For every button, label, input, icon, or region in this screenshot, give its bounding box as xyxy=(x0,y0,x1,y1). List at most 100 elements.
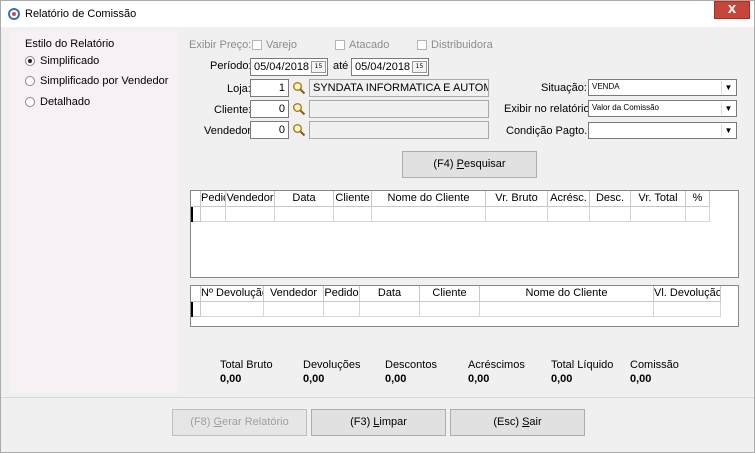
grid-column-header[interactable]: Data xyxy=(360,286,420,302)
radio-label: Simplificado por Vendedor xyxy=(40,75,169,87)
checkbox-distribuidora[interactable]: Distribuidora xyxy=(417,39,493,51)
total-value: 0,00 xyxy=(220,373,242,385)
grid-cell[interactable] xyxy=(686,207,710,222)
grid-cell[interactable] xyxy=(264,302,324,317)
app-icon xyxy=(8,8,20,20)
report-style-panel: Estilo do Relatório Simplificado Simplif… xyxy=(11,31,177,393)
grid-column-header[interactable]: Nome do Cliente xyxy=(480,286,654,302)
cliente-code-field[interactable]: 0 xyxy=(250,100,289,118)
grid-column-header[interactable]: % xyxy=(686,191,710,207)
condicao-pagto-select[interactable]: ▼ xyxy=(588,122,737,139)
calendar-icon[interactable]: 15 xyxy=(311,61,326,73)
checkbox-label: Varejo xyxy=(266,39,297,51)
chevron-down-icon: ▼ xyxy=(721,102,735,115)
grid-cell[interactable] xyxy=(201,207,226,222)
grid-cell[interactable] xyxy=(486,207,548,222)
title-bar[interactable]: Relatório de Comissão X xyxy=(1,1,754,27)
total-acrescimos: Acréscimos 0,00 xyxy=(468,359,525,385)
button-label: esquisar xyxy=(464,158,506,170)
grid-column-header[interactable]: Desc. xyxy=(590,191,631,207)
close-button[interactable]: X xyxy=(714,1,750,19)
grid-column-header[interactable]: Data xyxy=(275,191,334,207)
vendedor-code-field[interactable]: 0 xyxy=(250,121,289,139)
report-window: Relatório de Comissão X Estilo do Relató… xyxy=(0,0,755,453)
total-value: 0,00 xyxy=(468,373,490,385)
radio-simplificado[interactable]: Simplificado xyxy=(25,55,99,67)
total-descontos: Descontos 0,00 xyxy=(385,359,437,385)
grid-cell[interactable] xyxy=(275,207,334,222)
search-icon[interactable] xyxy=(292,123,306,137)
row-indicator xyxy=(191,207,201,222)
button-label: (F8) xyxy=(190,416,214,428)
grid-column-header[interactable]: Pedido xyxy=(324,286,360,302)
grid-cell[interactable] xyxy=(420,302,480,317)
button-label: (F4) xyxy=(433,158,457,170)
button-mnemonic: P xyxy=(456,158,464,170)
grid-cell[interactable] xyxy=(360,302,420,317)
calendar-icon[interactable]: 15 xyxy=(412,61,427,73)
total-value: 0,00 xyxy=(385,373,407,385)
gerar-relatorio-button[interactable]: (F8) Gerar Relatório xyxy=(172,409,307,436)
grid-column-header[interactable]: Nº Devolução xyxy=(201,286,264,302)
sales-grid[interactable]: Pedido Vendedor Data Cliente Nome do Cli… xyxy=(190,190,739,278)
grid-column-header[interactable]: Vl. Devolução xyxy=(654,286,721,302)
total-value: 0,00 xyxy=(551,373,573,385)
grid-cell[interactable] xyxy=(334,207,372,222)
total-label: Total Bruto xyxy=(220,359,273,371)
grid-cell[interactable] xyxy=(226,207,275,222)
search-icon[interactable] xyxy=(292,81,306,95)
total-value: 0,00 xyxy=(303,373,325,385)
grid-cell[interactable] xyxy=(480,302,654,317)
situacao-select[interactable]: VENDA ▼ xyxy=(588,79,737,96)
radio-simplificado-por-vendedor[interactable]: Simplificado por Vendedor xyxy=(25,75,168,87)
grid-cell[interactable] xyxy=(324,302,360,317)
situacao-value: VENDA xyxy=(592,82,620,91)
total-bruto: Total Bruto 0,00 xyxy=(220,359,273,385)
exibir-relatorio-label: Exibir no relatório: xyxy=(504,103,593,115)
button-label: (Esc) xyxy=(493,416,523,428)
grid-column-header[interactable]: Vendedor xyxy=(264,286,324,302)
grid-column-header[interactable]: Acrésc. xyxy=(548,191,590,207)
chevron-down-icon: ▼ xyxy=(721,124,735,137)
grid-column-header[interactable]: Cliente xyxy=(334,191,372,207)
checkbox-label: Distribuidora xyxy=(431,39,493,51)
checkbox-box xyxy=(252,40,262,50)
grid-column-header[interactable]: Pedido xyxy=(201,191,226,207)
grid-corner xyxy=(191,191,201,207)
radio-indicator xyxy=(25,56,35,66)
chevron-down-icon: ▼ xyxy=(721,81,735,94)
radio-label: Simplificado xyxy=(40,55,100,67)
date-to-field[interactable]: 05/04/2018 15 xyxy=(351,58,429,76)
search-icon[interactable] xyxy=(292,102,306,116)
grid-cell[interactable] xyxy=(548,207,590,222)
condicao-pagto-label: Condição Pagto.: xyxy=(506,125,591,137)
button-label: (F3) xyxy=(350,416,374,428)
grid-cell[interactable] xyxy=(631,207,686,222)
checkbox-box xyxy=(417,40,427,50)
sair-button[interactable]: (Esc) Sair xyxy=(450,409,585,436)
pesquisar-button[interactable]: (F4) Pesquisar xyxy=(402,151,537,178)
vendedor-label: Vendedor: xyxy=(204,125,255,137)
grid-column-header[interactable]: Vendedor xyxy=(226,191,275,207)
report-style-label: Estilo do Relatório xyxy=(25,38,115,50)
total-devolucoes: Devoluções 0,00 xyxy=(303,359,360,385)
grid-column-header[interactable]: Nome do Cliente xyxy=(372,191,486,207)
grid-cell[interactable] xyxy=(654,302,721,317)
date-from-field[interactable]: 05/04/2018 15 xyxy=(250,58,328,76)
limpar-button[interactable]: (F3) Limpar xyxy=(311,409,446,436)
total-liquido: Total Líquido 0,00 xyxy=(551,359,613,385)
grid-cell[interactable] xyxy=(201,302,264,317)
grid-column-header[interactable]: Vr. Bruto xyxy=(486,191,548,207)
checkbox-varejo[interactable]: Varejo xyxy=(252,39,297,51)
radio-detalhado[interactable]: Detalhado xyxy=(25,96,90,108)
returns-grid[interactable]: Nº Devolução Vendedor Pedido Data Client… xyxy=(190,285,739,327)
grid-cell[interactable] xyxy=(590,207,631,222)
situacao-label: Situação: xyxy=(541,82,587,94)
grid-column-header[interactable]: Vr. Total xyxy=(631,191,686,207)
loja-code-field[interactable]: 1 xyxy=(250,79,289,97)
checkbox-atacado[interactable]: Atacado xyxy=(335,39,389,51)
row-indicator xyxy=(191,302,201,317)
grid-column-header[interactable]: Cliente xyxy=(420,286,480,302)
exibir-relatorio-select[interactable]: Valor da Comissão ▼ xyxy=(588,100,737,117)
grid-cell[interactable] xyxy=(372,207,486,222)
